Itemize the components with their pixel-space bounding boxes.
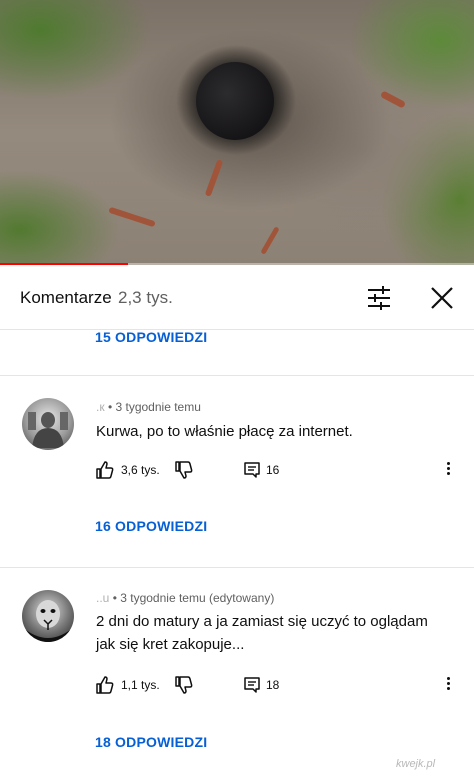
comment-time: 3 tygodnie temu (edytowany) bbox=[120, 591, 275, 605]
filter-button[interactable] bbox=[364, 284, 394, 312]
avatar-image bbox=[26, 600, 70, 642]
watermark: kwejk.pl bbox=[396, 758, 436, 770]
comment-text-line: Kurwa, po to właśnie płacę za internet. bbox=[96, 423, 353, 440]
comments-header: Komentarze 2,3 tys. bbox=[0, 266, 474, 330]
view-replies-button[interactable]: 15 ODPOWIEDZI bbox=[95, 329, 207, 345]
video-worm bbox=[260, 226, 280, 255]
like-button[interactable]: 3,6 tys. bbox=[95, 460, 160, 480]
more-options-button[interactable] bbox=[443, 675, 453, 695]
comment-meta: .к • 3 tygodnie temu bbox=[96, 400, 201, 414]
comment-text-line: 2 dni do matury a ja zamiast się uczyć t… bbox=[96, 613, 428, 630]
divider bbox=[0, 567, 474, 568]
video-progress-fill bbox=[0, 263, 128, 265]
close-icon bbox=[431, 287, 453, 309]
close-button[interactable] bbox=[428, 284, 456, 312]
filter-icon bbox=[368, 286, 390, 310]
reply-button[interactable]: 18 bbox=[242, 675, 279, 695]
thumbs-down-icon bbox=[175, 461, 193, 479]
video-progress-bar[interactable] bbox=[0, 263, 474, 265]
more-vertical-icon bbox=[443, 462, 453, 475]
comment-author[interactable]: .к bbox=[96, 400, 105, 414]
comment-text-line: jak się kret zakopuje... bbox=[96, 636, 245, 653]
comment-icon bbox=[244, 462, 260, 478]
like-count: 3,6 tys. bbox=[121, 463, 160, 477]
video-worm bbox=[108, 206, 156, 228]
comment-time: 3 tygodnie temu bbox=[115, 400, 201, 414]
dislike-button[interactable] bbox=[174, 460, 194, 480]
comment-text: 2 dni do matury a ja zamiast się uczyć t… bbox=[96, 610, 428, 656]
reply-button[interactable]: 16 bbox=[242, 460, 279, 480]
comment-text: Kurwa, po to właśnie płacę za internet. bbox=[96, 420, 353, 443]
thumbs-down-icon bbox=[175, 676, 193, 694]
like-button[interactable]: 1,1 tys. bbox=[95, 675, 160, 695]
comment-meta: ..u • 3 tygodnie temu (edytowany) bbox=[96, 591, 274, 605]
video-player[interactable] bbox=[0, 0, 474, 265]
reply-count: 18 bbox=[266, 678, 280, 692]
thumbs-up-icon bbox=[96, 461, 114, 479]
video-worm bbox=[204, 159, 224, 197]
video-worm bbox=[379, 90, 407, 109]
thumbs-up-icon bbox=[96, 676, 114, 694]
comment-icon bbox=[244, 677, 260, 693]
view-replies-button[interactable]: 16 ODPOWIEDZI bbox=[95, 518, 207, 534]
more-options-button[interactable] bbox=[443, 460, 453, 480]
avatar-image bbox=[28, 412, 68, 448]
more-vertical-icon bbox=[443, 677, 453, 690]
reply-count: 16 bbox=[266, 463, 280, 477]
avatar[interactable] bbox=[22, 398, 74, 450]
divider bbox=[0, 375, 474, 376]
comments-count: 2,3 tys. bbox=[118, 288, 173, 307]
dislike-button[interactable] bbox=[174, 675, 194, 695]
comment-author[interactable]: ..u bbox=[96, 591, 109, 605]
video-subject-mole bbox=[196, 62, 274, 140]
avatar[interactable] bbox=[22, 590, 74, 642]
view-replies-button[interactable]: 18 ODPOWIEDZI bbox=[95, 734, 207, 750]
like-count: 1,1 tys. bbox=[121, 678, 160, 692]
comments-title: Komentarze bbox=[20, 288, 112, 307]
